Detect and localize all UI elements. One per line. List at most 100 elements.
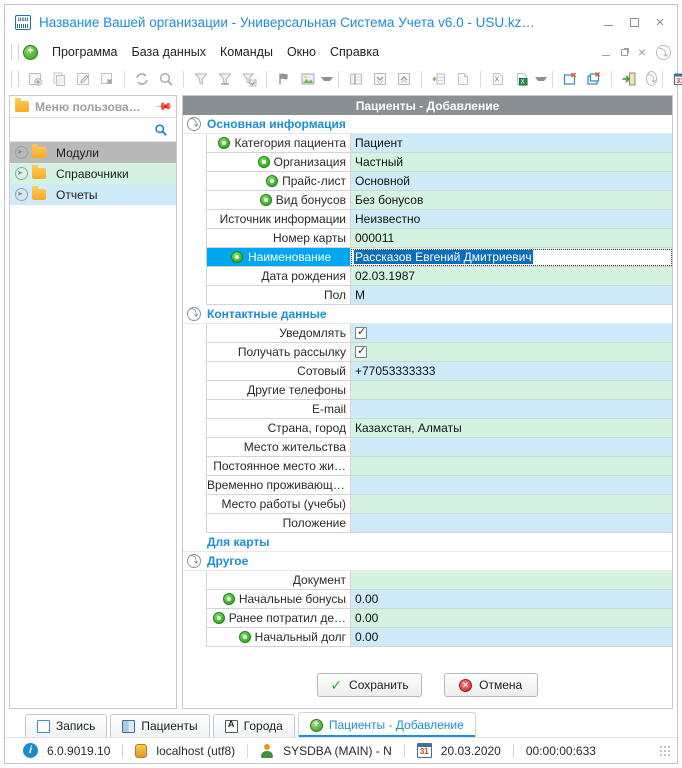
mdi-restore-button[interactable]	[615, 43, 633, 61]
flag-icon[interactable]	[273, 68, 295, 90]
form-row[interactable]: Другие телефоны	[206, 381, 672, 400]
tab-patients-add[interactable]: Пациенты - Добавление	[297, 712, 476, 737]
form-row-value-cell[interactable]: 0.00	[351, 609, 672, 627]
form-section-header[interactable]: Для карты	[183, 533, 672, 552]
form-row[interactable]: Постоянное место жи…	[206, 457, 672, 476]
form-row[interactable]: Номер карты 000011	[206, 229, 672, 248]
checkbox[interactable]	[355, 344, 367, 358]
form-row-value-cell[interactable]: Частный	[351, 153, 672, 171]
search-icon[interactable]	[155, 68, 177, 90]
form-row-value-cell[interactable]	[351, 381, 672, 399]
form-row[interactable]: Наименование Рассказов Евгений Дмитриевич	[206, 248, 672, 267]
text-editor[interactable]: Рассказов Евгений Дмитриевич	[351, 248, 672, 266]
exit-icon[interactable]	[618, 68, 640, 90]
form-row-value-cell[interactable]	[351, 343, 672, 361]
form-row-value-cell[interactable]: Рассказов Евгений Дмитриевич	[351, 248, 672, 266]
form-row[interactable]: Документ	[206, 571, 672, 590]
collapse-section-icon[interactable]	[187, 554, 201, 568]
form-row-value-cell[interactable]: 02.03.1987	[351, 267, 672, 285]
form-row[interactable]: Вид бонусов Без бонусов	[206, 191, 672, 210]
export-dropdown-caret-icon[interactable]	[535, 76, 547, 81]
menu-expand-icon[interactable]: ⤵	[656, 44, 671, 60]
form-row-value-cell[interactable]	[351, 400, 672, 418]
form-row-value-cell[interactable]	[351, 438, 672, 456]
copy-record-icon[interactable]	[48, 68, 70, 90]
lookup-indicator-icon[interactable]	[222, 593, 235, 605]
sidebar-search-row[interactable]	[10, 118, 176, 142]
form-row[interactable]: Получать рассылку	[206, 343, 672, 362]
collapse-all-icon[interactable]	[393, 68, 415, 90]
lookup-indicator-icon[interactable]	[266, 175, 279, 187]
form-row-value-cell[interactable]	[351, 324, 672, 342]
form-row[interactable]: Уведомлять	[206, 324, 672, 343]
resize-grip[interactable]	[658, 744, 671, 757]
search-icon[interactable]	[154, 123, 168, 137]
tab-record[interactable]: Запись	[25, 714, 108, 737]
columns-icon[interactable]	[345, 68, 367, 90]
form-section-header[interactable]: Основная информация	[183, 115, 672, 134]
lookup-indicator-icon[interactable]	[218, 137, 231, 149]
sidebar-item-reports[interactable]: Отчеты	[10, 184, 176, 205]
form-row[interactable]: Дата рождения 02.03.1987	[206, 267, 672, 286]
toolbar-more-icon[interactable]: ⤵	[646, 71, 658, 86]
pin-icon[interactable]: 📌	[155, 97, 174, 116]
form-row-value-cell[interactable]: Пациент	[351, 134, 672, 152]
form-row-value-cell[interactable]	[351, 571, 672, 589]
form-row[interactable]: Прайс-лист Основной	[206, 172, 672, 191]
export-icon[interactable]: X	[487, 68, 509, 90]
image-icon[interactable]	[297, 68, 319, 90]
sidebar-item-directories[interactable]: Справочники	[10, 163, 176, 184]
lookup-indicator-icon[interactable]	[212, 612, 225, 624]
toolbar-drag-grip[interactable]	[11, 70, 19, 87]
tab-cities[interactable]: Города	[212, 714, 295, 737]
form-row[interactable]: Положение	[206, 514, 672, 533]
form-row[interactable]: Место работы (учебы)	[206, 495, 672, 514]
form-row[interactable]: Категория пациента Пациент	[206, 134, 672, 153]
mdi-close-button[interactable]	[633, 43, 651, 61]
menu-item-database[interactable]: База данных	[125, 42, 213, 62]
export-excel-icon[interactable]: X	[511, 68, 533, 90]
form-row[interactable]: E-mail	[206, 400, 672, 419]
form-row-value-cell[interactable]: 0.00	[351, 628, 672, 646]
form-row[interactable]: Источник информации Неизвестно	[206, 210, 672, 229]
menu-drag-grip[interactable]	[11, 44, 19, 60]
blank-page-icon[interactable]	[452, 68, 474, 90]
filter-icon[interactable]	[190, 68, 212, 90]
form-row-value-cell[interactable]: Неизвестно	[351, 210, 672, 228]
form-row[interactable]: Начальный долг 0.00	[206, 628, 672, 647]
form-row-value-cell[interactable]	[351, 495, 672, 513]
calendar-icon[interactable]: 31	[669, 68, 682, 90]
form-row-value-cell[interactable]: Основной	[351, 172, 672, 190]
form-row[interactable]: Ранее потратил де… 0.00	[206, 609, 672, 628]
form-row[interactable]: Место жительства	[206, 438, 672, 457]
form-row-value-cell[interactable]: Без бонусов	[351, 191, 672, 209]
collapse-section-icon[interactable]	[187, 307, 201, 321]
filter-clear-icon[interactable]	[214, 68, 236, 90]
form-row-value-cell[interactable]: Казахстан, Алматы	[351, 419, 672, 437]
form-row-value-cell[interactable]	[351, 514, 672, 532]
sidebar-item-modules[interactable]: Модули	[10, 142, 176, 163]
image-dropdown-caret-icon[interactable]	[321, 76, 333, 81]
form-row-value-cell[interactable]	[351, 476, 672, 494]
menu-item-program[interactable]: Программа	[45, 42, 125, 62]
save-button[interactable]: ✓ Сохранить	[317, 673, 422, 697]
form-row-value-cell[interactable]: +77053333333	[351, 362, 672, 380]
lookup-indicator-icon[interactable]	[259, 194, 272, 206]
menu-item-commands[interactable]: Команды	[213, 42, 280, 62]
filter-apply-icon[interactable]	[238, 68, 260, 90]
form-row-value-cell[interactable]: М	[351, 286, 672, 304]
collapse-section-icon[interactable]	[187, 117, 201, 131]
form-row[interactable]: Организация Частный	[206, 153, 672, 172]
menu-item-help[interactable]: Справка	[323, 42, 386, 62]
refresh-icon[interactable]	[131, 68, 153, 90]
lookup-indicator-icon[interactable]	[257, 156, 270, 168]
cancel-button[interactable]: ✕ Отмена	[443, 673, 538, 697]
delete-record-icon[interactable]	[96, 68, 118, 90]
edit-record-icon[interactable]	[72, 68, 94, 90]
form-row-value-cell[interactable]: 0.00	[351, 590, 672, 608]
tab-patients[interactable]: Пациенты	[110, 714, 210, 737]
lookup-indicator-icon[interactable]	[238, 631, 251, 643]
window-close-button[interactable]	[647, 9, 673, 35]
form-row[interactable]: Сотовый +77053333333	[206, 362, 672, 381]
form-section-header[interactable]: Другое	[183, 552, 672, 571]
